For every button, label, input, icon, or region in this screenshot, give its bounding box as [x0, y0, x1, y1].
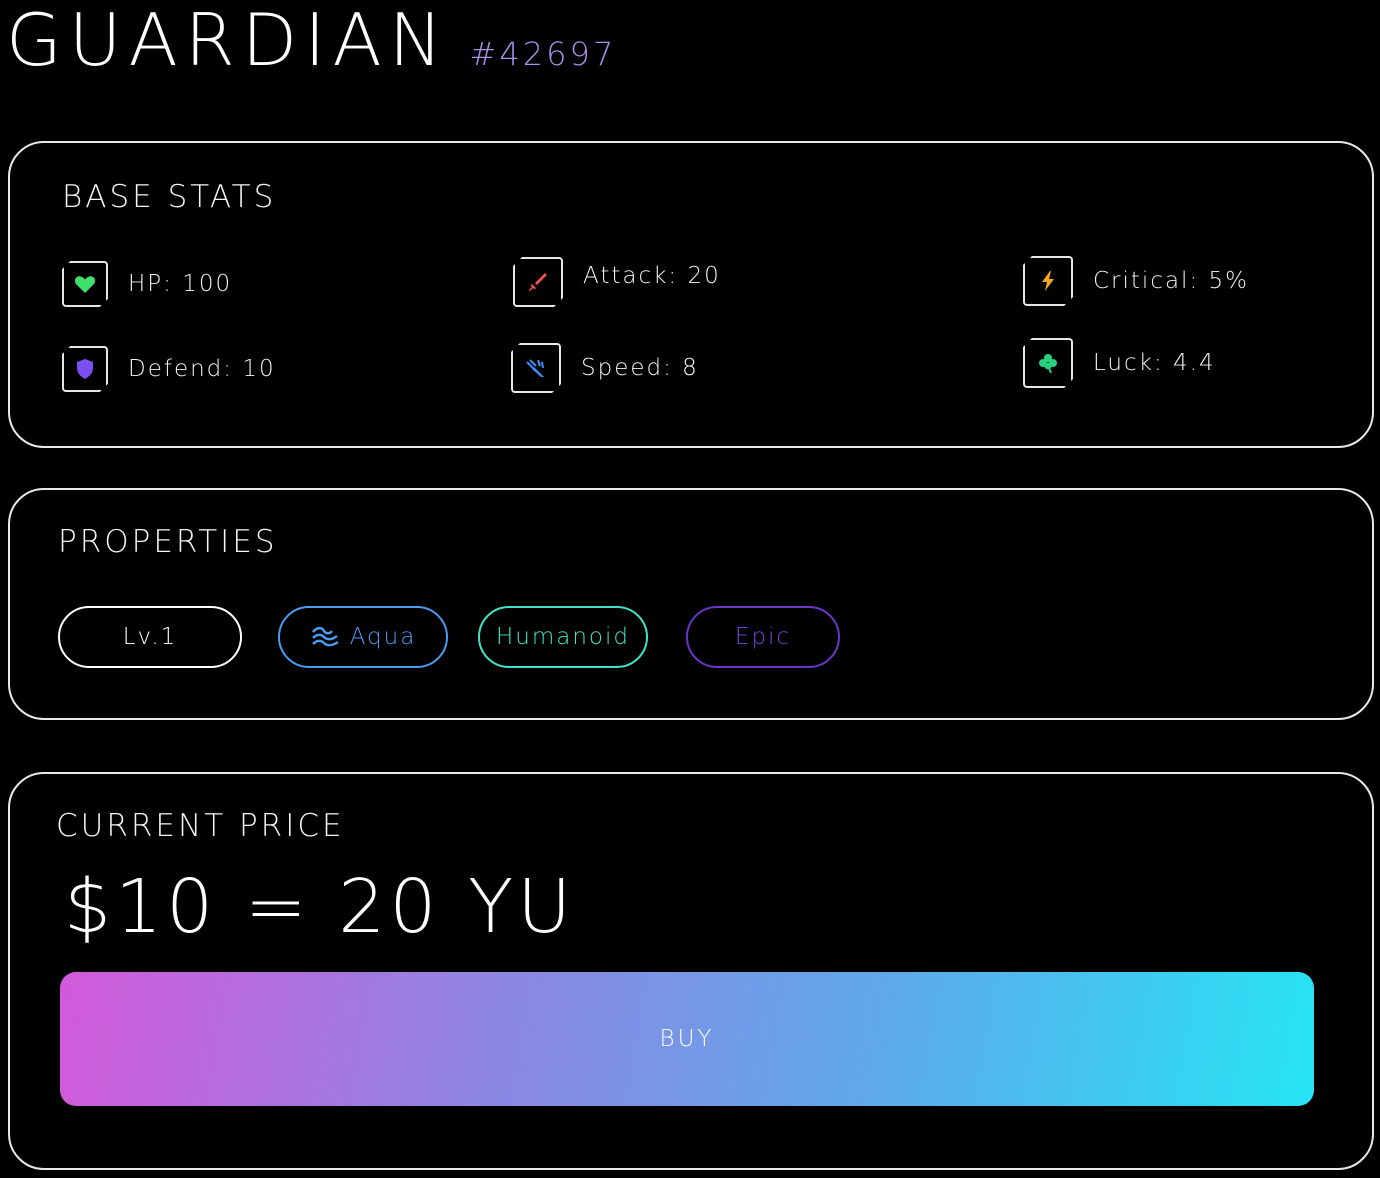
- token-id: #42697: [469, 35, 617, 73]
- tag-level[interactable]: Lv.1: [58, 606, 242, 668]
- tag-label: Humanoid: [495, 624, 630, 650]
- lightning-icon: [1023, 256, 1073, 306]
- nft-detail-page: GUARDIAN #42697 BASE STATS HP: 100 Attac…: [0, 0, 1380, 1178]
- stat-attack: Attack: 20: [513, 257, 721, 307]
- speed-icon: [511, 343, 561, 393]
- heart-icon: [62, 261, 108, 307]
- tag-class[interactable]: Humanoid: [478, 606, 648, 668]
- clover-icon: [1023, 338, 1073, 388]
- tag-rarity[interactable]: Epic: [686, 606, 840, 668]
- stat-label: Defend: 10: [128, 356, 276, 382]
- tag-label: Lv.1: [122, 624, 178, 650]
- title-row: GUARDIAN #42697: [6, 0, 616, 82]
- buy-button-label: BUY: [659, 1026, 715, 1052]
- tag-label: Aqua: [349, 624, 417, 650]
- price-panel: CURRENT PRICE $10 = 20 YU BUY: [8, 772, 1374, 1170]
- stat-label: Critical: 5%: [1093, 268, 1249, 294]
- stat-critical: Critical: 5%: [1023, 256, 1249, 306]
- sword-icon: [513, 257, 563, 307]
- stat-label: HP: 100: [128, 271, 233, 297]
- stat-defend: Defend: 10: [62, 346, 276, 392]
- stat-hp: HP: 100: [62, 261, 232, 307]
- tag-label: Epic: [734, 624, 792, 650]
- stat-label: Luck: 4.4: [1093, 350, 1216, 376]
- properties-title: PROPERTIES: [58, 524, 278, 560]
- stat-luck: Luck: 4.4: [1023, 338, 1216, 388]
- shield-icon: [62, 346, 108, 392]
- base-stats-title: BASE STATS: [62, 179, 277, 215]
- properties-panel: PROPERTIES Lv.1 Aqua Humanoid Epic: [8, 488, 1374, 720]
- price-value: $10 = 20 YU: [64, 864, 576, 950]
- stat-label: Speed: 8: [581, 355, 699, 381]
- page-title: GUARDIAN: [6, 0, 450, 82]
- stat-label: Attack: 20: [583, 263, 721, 289]
- buy-button[interactable]: BUY: [60, 972, 1314, 1106]
- tag-element[interactable]: Aqua: [278, 606, 448, 668]
- base-stats-panel: BASE STATS HP: 100 Attack: 20 Critical: …: [8, 141, 1374, 448]
- wave-icon: [311, 626, 339, 647]
- stat-speed: Speed: 8: [511, 343, 699, 393]
- price-title: CURRENT PRICE: [56, 808, 345, 844]
